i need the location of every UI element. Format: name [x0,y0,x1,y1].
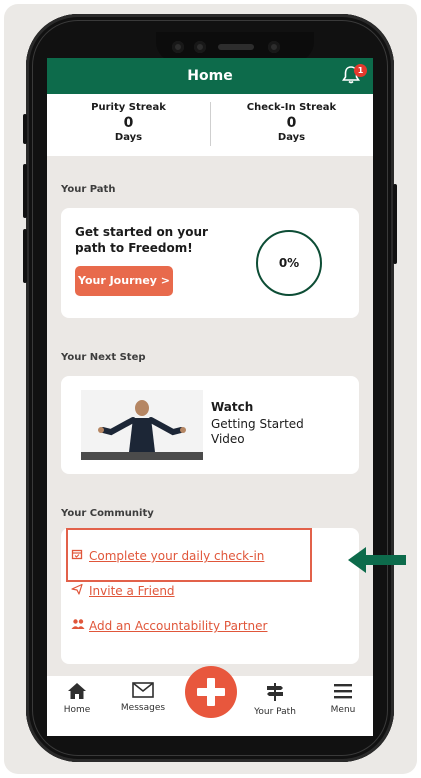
arrow-left-icon [348,547,406,573]
next-step-card[interactable]: Watch Getting Started Video [61,376,359,474]
nav-label: Menu [330,705,356,715]
section-title-your-path: Your Path [61,184,116,195]
progress-ring: 0% [256,230,322,296]
camera-icon [194,41,206,53]
streak-label: Purity Streak [91,102,166,113]
phone-volume-up-button [23,164,27,218]
bottom-nav: Home Messages Your Path Menu [47,666,373,736]
add-button[interactable] [185,666,237,718]
home-icon [68,683,86,699]
envelope-icon [132,682,154,698]
people-icon [71,618,89,633]
nav-label: Messages [120,703,166,713]
checkin-highlight-box [66,528,312,582]
community-item-label[interactable]: Invite a Friend [89,584,175,598]
presenter-image [81,390,203,460]
notification-badge: 1 [354,64,367,77]
add-accountability-partner-link[interactable]: Add an Accountability Partner [71,618,267,633]
watch-subtitle: Getting Started Video [211,417,304,446]
section-title-next-step: Your Next Step [61,352,146,363]
phone-power-button [393,184,397,264]
watch-title: Watch [211,400,254,414]
your-journey-button[interactable]: Your Journey > [75,266,173,296]
community-item-label[interactable]: Add an Accountability Partner [89,619,267,633]
nav-messages[interactable]: Messages [113,682,173,713]
video-controls-bar[interactable] [81,452,203,460]
streaks-panel: Purity Streak 0 Days Check-In Streak 0 D… [47,94,373,156]
hamburger-icon [334,684,352,699]
purity-streak: Purity Streak 0 Days [47,102,210,143]
camera-icon [268,41,280,53]
video-thumbnail[interactable] [81,390,203,460]
section-title-community: Your Community [61,508,154,519]
nav-menu[interactable]: Menu [325,682,361,715]
streak-unit: Days [114,132,143,143]
phone-volume-down-button [23,229,27,283]
invite-friend-link[interactable]: Invite a Friend [71,583,175,598]
plus-icon-vertical [207,678,215,706]
camera-icon [172,41,184,53]
app-screen: Home 1 Purity Streak 0 Days Check-In Str… [47,58,373,736]
path-headline-line: path to Freedom! [75,241,193,255]
streak-label: Check-In Streak [246,102,337,113]
signpost-icon [267,683,283,701]
checkin-streak: Check-In Streak 0 Days [210,102,373,143]
streak-unit: Days [277,132,306,143]
path-headline: Get started on your path to Freedom! [75,224,208,256]
speaker-icon [218,44,254,50]
streak-value: 0 [286,115,297,131]
nav-label: Home [63,705,91,715]
phone-side-button [23,114,27,144]
path-card: Get started on your path to Freedom! You… [61,208,359,318]
path-headline-line: Get started on your [75,225,208,239]
app-header: Home 1 [47,58,373,94]
paper-plane-icon [71,583,89,598]
nav-label: Your Path [254,707,296,717]
streak-value: 0 [123,115,134,131]
nav-your-path[interactable]: Your Path [247,682,303,717]
nav-home[interactable]: Home [59,682,95,715]
page-title: Home [187,68,233,84]
